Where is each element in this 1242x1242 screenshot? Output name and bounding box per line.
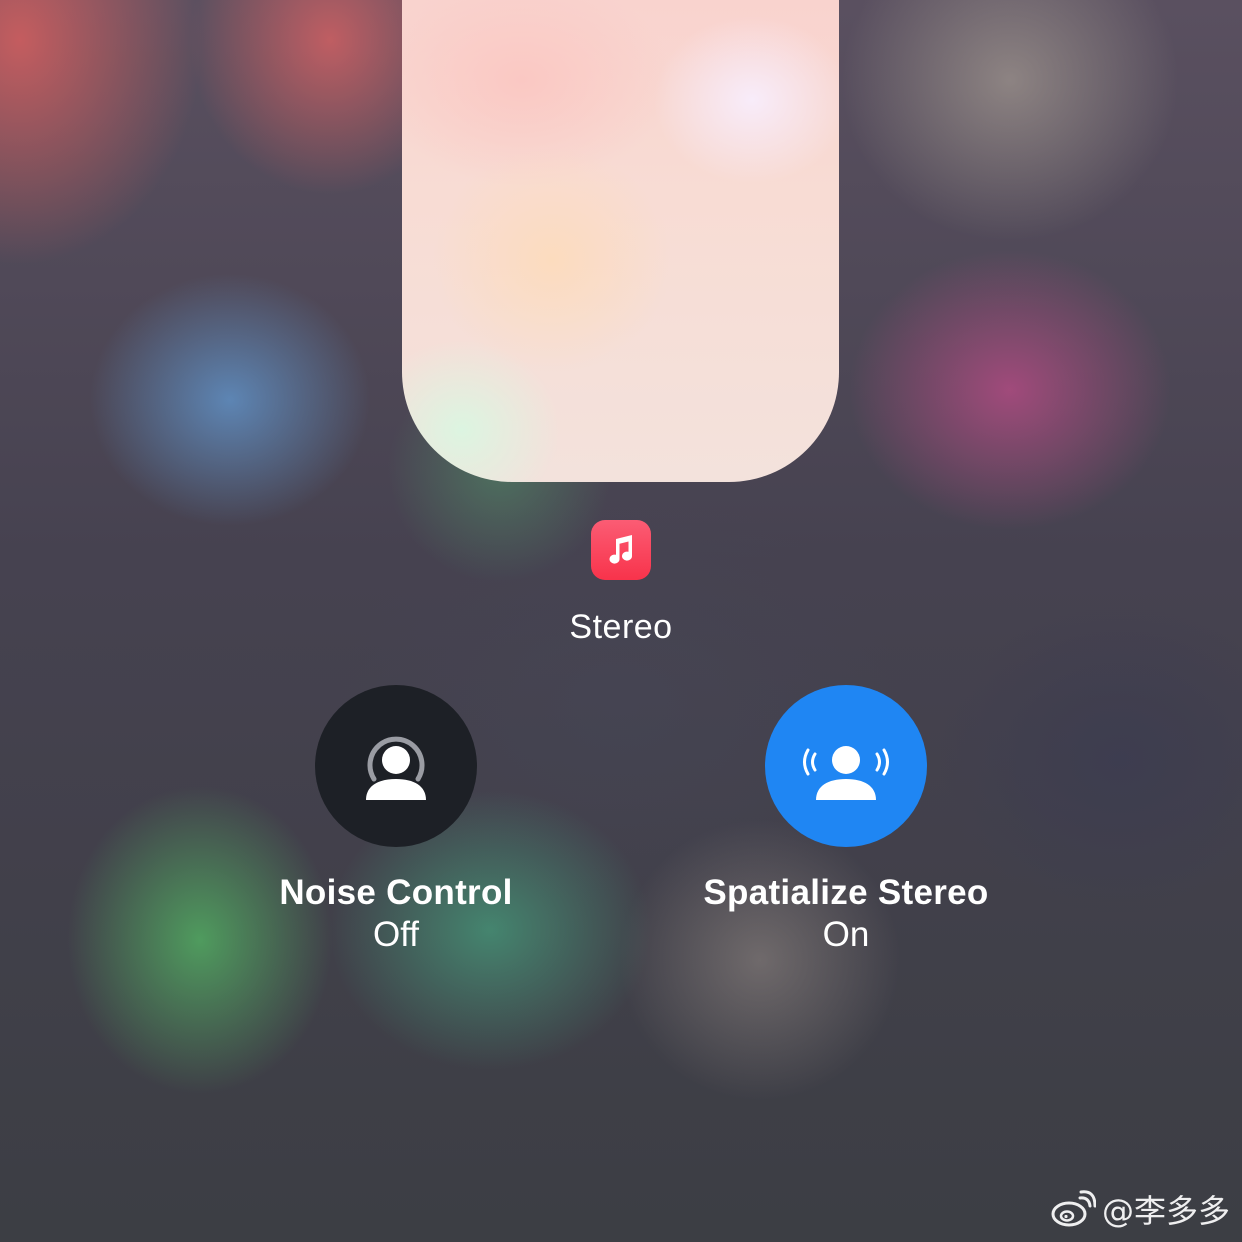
watermark: @李多多 <box>1050 1186 1230 1232</box>
noise-control-state: Off <box>372 915 420 954</box>
spatialize-stereo-title: Spatialize Stereo <box>703 873 989 912</box>
audio-source-label: Stereo <box>569 608 673 646</box>
person-with-headphones-icon <box>366 736 426 800</box>
music-app-icon <box>591 520 651 580</box>
watermark-text: @李多多 <box>1101 1192 1230 1230</box>
noise-control-button[interactable] <box>315 685 477 847</box>
weibo-logo <box>1051 1190 1096 1227</box>
spatialize-stereo: Spatialize Stereo On <box>666 685 1026 955</box>
spatialize-stereo-state: On <box>822 915 870 954</box>
volume-slider[interactable] <box>402 0 839 482</box>
spatialize-stereo-button[interactable] <box>765 685 927 847</box>
person-with-sound-waves-icon <box>803 746 889 800</box>
audio-source: Stereo <box>521 520 721 647</box>
music-note-icon <box>609 535 633 564</box>
noise-control-title: Noise Control <box>279 873 513 912</box>
noise-control: Noise Control Off <box>236 685 556 955</box>
audio-control-screen: Stereo Noise Control Off Spatialize Ster… <box>0 0 1242 1242</box>
